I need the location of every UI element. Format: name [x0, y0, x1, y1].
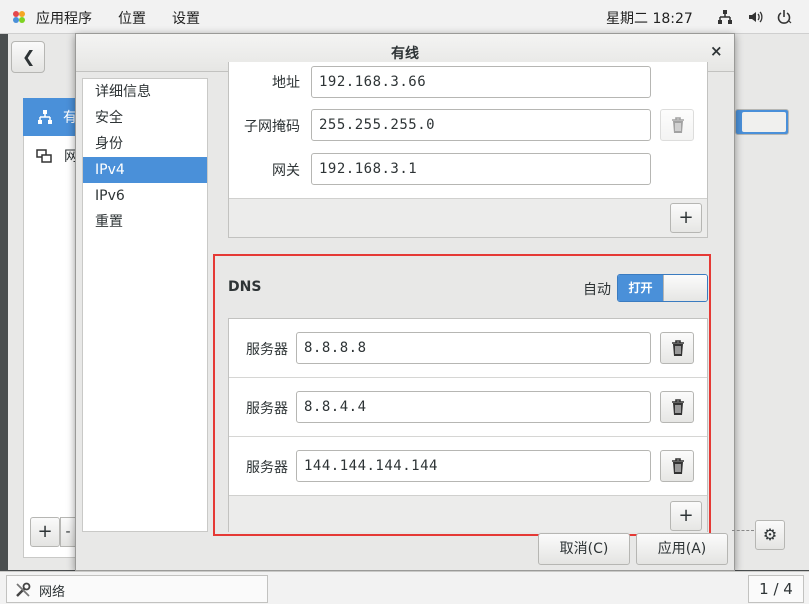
address-label: 地址: [272, 75, 300, 91]
sidebar-item-ipv4[interactable]: IPv4: [83, 157, 207, 183]
delete-dns-server-button[interactable]: [660, 332, 694, 364]
dns-auto-switch[interactable]: 打开: [617, 274, 708, 302]
add-dns-server-button[interactable]: +: [670, 501, 702, 531]
gateway-field[interactable]: 192.168.3.1: [311, 153, 651, 185]
network-proxy-icon: [36, 149, 52, 163]
apply-button[interactable]: 应用(A): [636, 533, 728, 565]
network-wired-icon: [38, 110, 52, 124]
settings-menu[interactable]: 设置: [172, 8, 200, 28]
trash-icon: [672, 117, 684, 133]
dialog-title: 有线: [391, 46, 419, 62]
dialog-sidebar: 详细信息 安全 身份 IPv4 IPv6 重置: [82, 78, 208, 532]
clock[interactable]: 星期二 18:27: [606, 8, 693, 28]
dns-server-label: 服务器: [246, 342, 288, 358]
applications-icon: [13, 11, 25, 23]
top-bar: 应用程序 位置 设置 星期二 18:27: [0, 0, 809, 34]
add-device-button[interactable]: +: [30, 517, 60, 547]
dns-server-field[interactable]: 8.8.4.4: [296, 391, 651, 423]
switch-knob: [663, 275, 707, 301]
sidebar-item-security[interactable]: 安全: [83, 105, 207, 131]
power-icon[interactable]: [776, 9, 792, 25]
dns-title: DNS: [228, 279, 262, 295]
trash-icon: [672, 458, 684, 474]
add-address-button[interactable]: +: [670, 203, 702, 233]
dns-server-label: 服务器: [246, 401, 288, 417]
divider: [732, 530, 754, 531]
close-button[interactable]: ×: [710, 42, 723, 60]
dns-footer: +: [229, 495, 707, 532]
netmask-label: 子网掩码: [244, 119, 300, 135]
sidebar-item-details[interactable]: 详细信息: [83, 79, 207, 105]
taskbar-item-network[interactable]: 网络: [6, 575, 268, 603]
taskbar: 网络 1 / 4: [0, 571, 809, 604]
cancel-button[interactable]: 取消(C): [538, 533, 630, 565]
trash-icon: [672, 399, 684, 415]
volume-icon[interactable]: [747, 9, 763, 25]
netmask-field[interactable]: 255.255.255.0: [311, 109, 651, 141]
delete-dns-server-button[interactable]: [660, 391, 694, 423]
switch-knob: [742, 112, 786, 132]
delete-address-button[interactable]: [660, 109, 694, 141]
dns-server-field[interactable]: 8.8.8.8: [296, 332, 651, 364]
address-field[interactable]: 192.168.3.66: [311, 66, 651, 98]
gear-icon: ⚙: [762, 525, 778, 544]
dns-server-label: 服务器: [246, 460, 288, 476]
dns-server-field[interactable]: 144.144.144.144: [296, 450, 651, 482]
sidebar-item-ipv6[interactable]: IPv6: [83, 183, 207, 209]
back-button[interactable]: ❮: [11, 41, 45, 73]
ipv4-footer: +: [229, 198, 707, 237]
gateway-label: 网关: [272, 163, 300, 179]
sidebar-item-identity[interactable]: 身份: [83, 131, 207, 157]
tools-icon: [16, 582, 31, 597]
sidebar-item-reset[interactable]: 重置: [83, 209, 207, 235]
network-wired-icon[interactable]: [717, 9, 733, 25]
switch-on-label: 打开: [618, 275, 663, 301]
places-menu[interactable]: 位置: [118, 8, 146, 28]
remove-device-button[interactable]: -: [60, 517, 76, 547]
chevron-left-icon: ❮: [22, 47, 36, 66]
taskbar-item-label: 网络: [39, 585, 66, 600]
gear-button[interactable]: ⚙: [755, 520, 785, 550]
applications-menu[interactable]: 应用程序: [36, 8, 92, 28]
dns-auto-label: 自动: [583, 282, 611, 298]
workspace-pager[interactable]: 1 / 4: [748, 575, 804, 603]
trash-icon: [672, 340, 684, 356]
device-switch[interactable]: [735, 109, 789, 135]
delete-dns-server-button[interactable]: [660, 450, 694, 482]
